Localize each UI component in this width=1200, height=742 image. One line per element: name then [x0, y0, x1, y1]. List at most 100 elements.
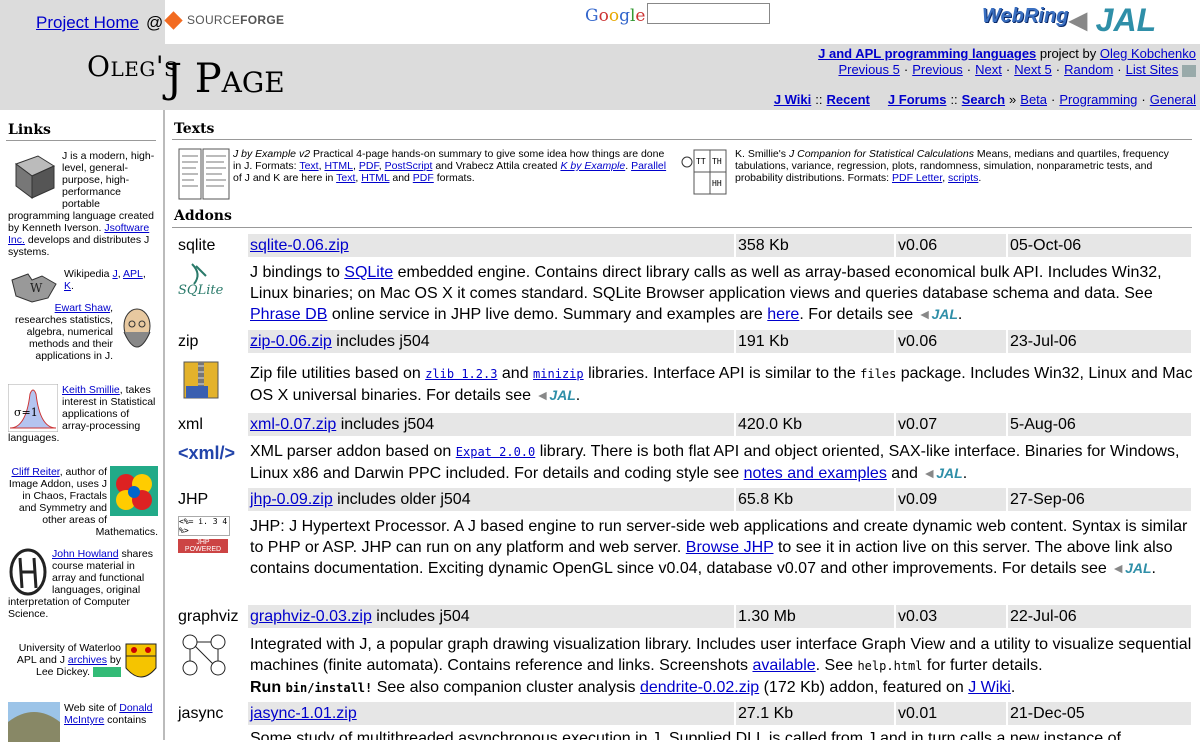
par-text-link[interactable]: Text	[336, 172, 355, 184]
svg-text:SQLite: SQLite	[178, 283, 224, 298]
addon-file-cell: xml-0.07.zip includes j504	[248, 413, 734, 436]
addon-date: 23-Jul-06	[1008, 330, 1191, 353]
wiki-beta[interactable]: Beta	[1020, 92, 1047, 107]
texts-heading: Texts	[174, 121, 215, 137]
author-link[interactable]: Oleg Kobchenko	[1100, 46, 1196, 61]
jbe-html-link[interactable]: HTML	[324, 160, 353, 172]
sidebar-block-shaw: Ewart Shaw, researches statistics, algeb…	[8, 302, 158, 366]
wiki-general[interactable]: General	[1150, 92, 1196, 107]
expat-link[interactable]: Expat 2.0.0	[456, 445, 535, 459]
webring-mini-icon	[1182, 64, 1196, 77]
site-title: Oleg's	[87, 50, 179, 83]
svg-text:W: W	[30, 281, 43, 295]
addon-size: 191 Kb	[736, 330, 894, 353]
book-pages-icon	[178, 148, 230, 200]
wiki-recent[interactable]: Recent	[827, 92, 870, 107]
nav-prev[interactable]: Previous	[912, 62, 963, 77]
jal-mini-logo[interactable]: ◄JAL	[1111, 560, 1151, 576]
sqlite-logo-icon: SQLite	[178, 262, 230, 303]
sourceforge-logo[interactable]: SOURCEFORGE	[164, 10, 284, 30]
graphviz-zip-link[interactable]: graphviz-0.03.zip	[250, 608, 372, 625]
archives-link[interactable]: archives	[68, 654, 107, 666]
sqlite-here-link[interactable]: here	[767, 306, 799, 323]
text-j-companion: K. Smillie's J Companion for Statistical…	[735, 148, 1169, 184]
j-apl-link[interactable]: J and APL programming languages	[818, 46, 1036, 61]
jal-mini-logo[interactable]: ◄JAL	[922, 465, 962, 481]
addon-size: 65.8 Kb	[736, 488, 894, 511]
wiki-programming[interactable]: Programming	[1059, 92, 1137, 107]
jal-mini-logo[interactable]: ◄JAL	[918, 306, 958, 322]
addon-name: jasync	[178, 705, 224, 722]
wiki-k-link[interactable]: K	[64, 280, 71, 292]
google-search-input[interactable]	[647, 3, 770, 24]
xml-zip-link[interactable]: xml-0.07.zip	[250, 416, 336, 433]
divider	[172, 139, 1192, 140]
minizip-link[interactable]: minizip	[533, 367, 584, 381]
addon-date: 27-Sep-06	[1008, 488, 1191, 511]
bell-curve-icon: σ=1	[8, 384, 58, 432]
wiki-forums[interactable]: J Forums	[888, 92, 947, 107]
jbe-pdf-link[interactable]: PDF	[359, 160, 379, 172]
addon-version: v0.07	[896, 413, 1006, 436]
sidebar-block-j: J is a modern, high-level, general-purpo…	[8, 150, 155, 258]
parallel-link[interactable]: Parallel	[631, 160, 666, 172]
nav-prev5[interactable]: Previous 5	[838, 62, 899, 77]
portrait-icon	[123, 308, 151, 348]
zip-zip-link[interactable]: zip-0.06.zip	[250, 333, 332, 350]
xml-notes-link[interactable]: notes and examples	[744, 465, 887, 482]
screenshots-link[interactable]: available	[752, 657, 815, 674]
addon-file-cell: zip-0.06.zip includes j504	[248, 330, 734, 353]
phrase-db-link[interactable]: Phrase DB	[250, 306, 327, 323]
photo-icon	[8, 702, 60, 742]
nav-list-sites[interactable]: List Sites	[1126, 62, 1179, 77]
jbe-ps-link[interactable]: PostScript	[385, 160, 433, 172]
addon-size: 358 Kb	[736, 234, 894, 257]
k-by-example-link[interactable]: K by Example	[560, 160, 625, 172]
browse-jhp-link[interactable]: Browse JHP	[686, 539, 774, 556]
dendrite-link[interactable]: dendrite-0.02.zip	[640, 679, 759, 696]
addon-file-cell: graphviz-0.03.zip includes j504	[248, 605, 734, 628]
zip-description: Zip file utilities based on zlib 1.2.3 a…	[250, 365, 1193, 404]
wiki-jwiki[interactable]: J Wiki	[774, 92, 811, 107]
smillie-link[interactable]: Keith Smillie	[62, 384, 120, 396]
reiter-link[interactable]: Cliff Reiter	[11, 466, 59, 478]
site-title-page: J Page	[166, 56, 285, 102]
project-home-link[interactable]: Project Home	[36, 13, 139, 33]
addon-file-cell: jhp-0.09.zip includes older j504	[248, 488, 734, 511]
sqlite-zip-link[interactable]: sqlite-0.06.zip	[250, 237, 349, 254]
at-sign: @	[146, 13, 164, 32]
jhp-zip-link[interactable]: jhp-0.09.zip	[250, 491, 333, 508]
par-html-link[interactable]: HTML	[361, 172, 389, 184]
nav-random[interactable]: Random	[1064, 62, 1113, 77]
sqlite-site-link[interactable]: SQLite	[344, 264, 393, 281]
paper-plane-icon: ◄	[1062, 2, 1094, 38]
stats-table-icon: TT TH HH	[681, 149, 727, 195]
jbe-text-link[interactable]: Text	[299, 160, 318, 172]
addon-name: sqlite	[178, 237, 216, 254]
shaw-link[interactable]: Ewart Shaw	[55, 302, 110, 314]
jal-mini-logo[interactable]: ◄JAL	[535, 387, 575, 403]
wiki-apl-link[interactable]: APL	[123, 268, 143, 280]
wiki-search[interactable]: Search	[962, 92, 1005, 107]
text-j-by-example: J by Example v2 Practical 4-page hands-o…	[233, 148, 667, 184]
nav-next5[interactable]: Next 5	[1014, 62, 1052, 77]
nav-next[interactable]: Next	[975, 62, 1002, 77]
addon-version: v0.01	[896, 702, 1006, 725]
puzzle-icon: W	[11, 273, 57, 303]
divider	[6, 140, 156, 141]
howland-link[interactable]: John Howland	[52, 548, 119, 560]
jwiki-feature-link[interactable]: J Wiki	[968, 679, 1011, 696]
par-pdf-link[interactable]: PDF	[413, 172, 434, 184]
sidebar-block-reiter: Cliff Reiter, author of Image Addon, use…	[8, 466, 158, 538]
companion-scripts-link[interactable]: scripts	[948, 172, 978, 184]
addon-version: v0.09	[896, 488, 1006, 511]
jasync-description: Some study of multithreaded asynchronous…	[250, 730, 1121, 740]
svg-text:σ=1: σ=1	[14, 406, 38, 419]
addon-version: v0.06	[896, 330, 1006, 353]
jhp-description: JHP: J Hypertext Processor. A J based en…	[250, 518, 1188, 577]
companion-pdf-link[interactable]: PDF Letter	[892, 172, 942, 184]
zlib-link[interactable]: zlib 1.2.3	[425, 367, 497, 381]
jal-logo[interactable]: ◄JAL	[1062, 2, 1156, 39]
jasync-zip-link[interactable]: jasync-1.01.zip	[250, 705, 357, 722]
webring-logo[interactable]: WebRing	[982, 5, 1068, 28]
